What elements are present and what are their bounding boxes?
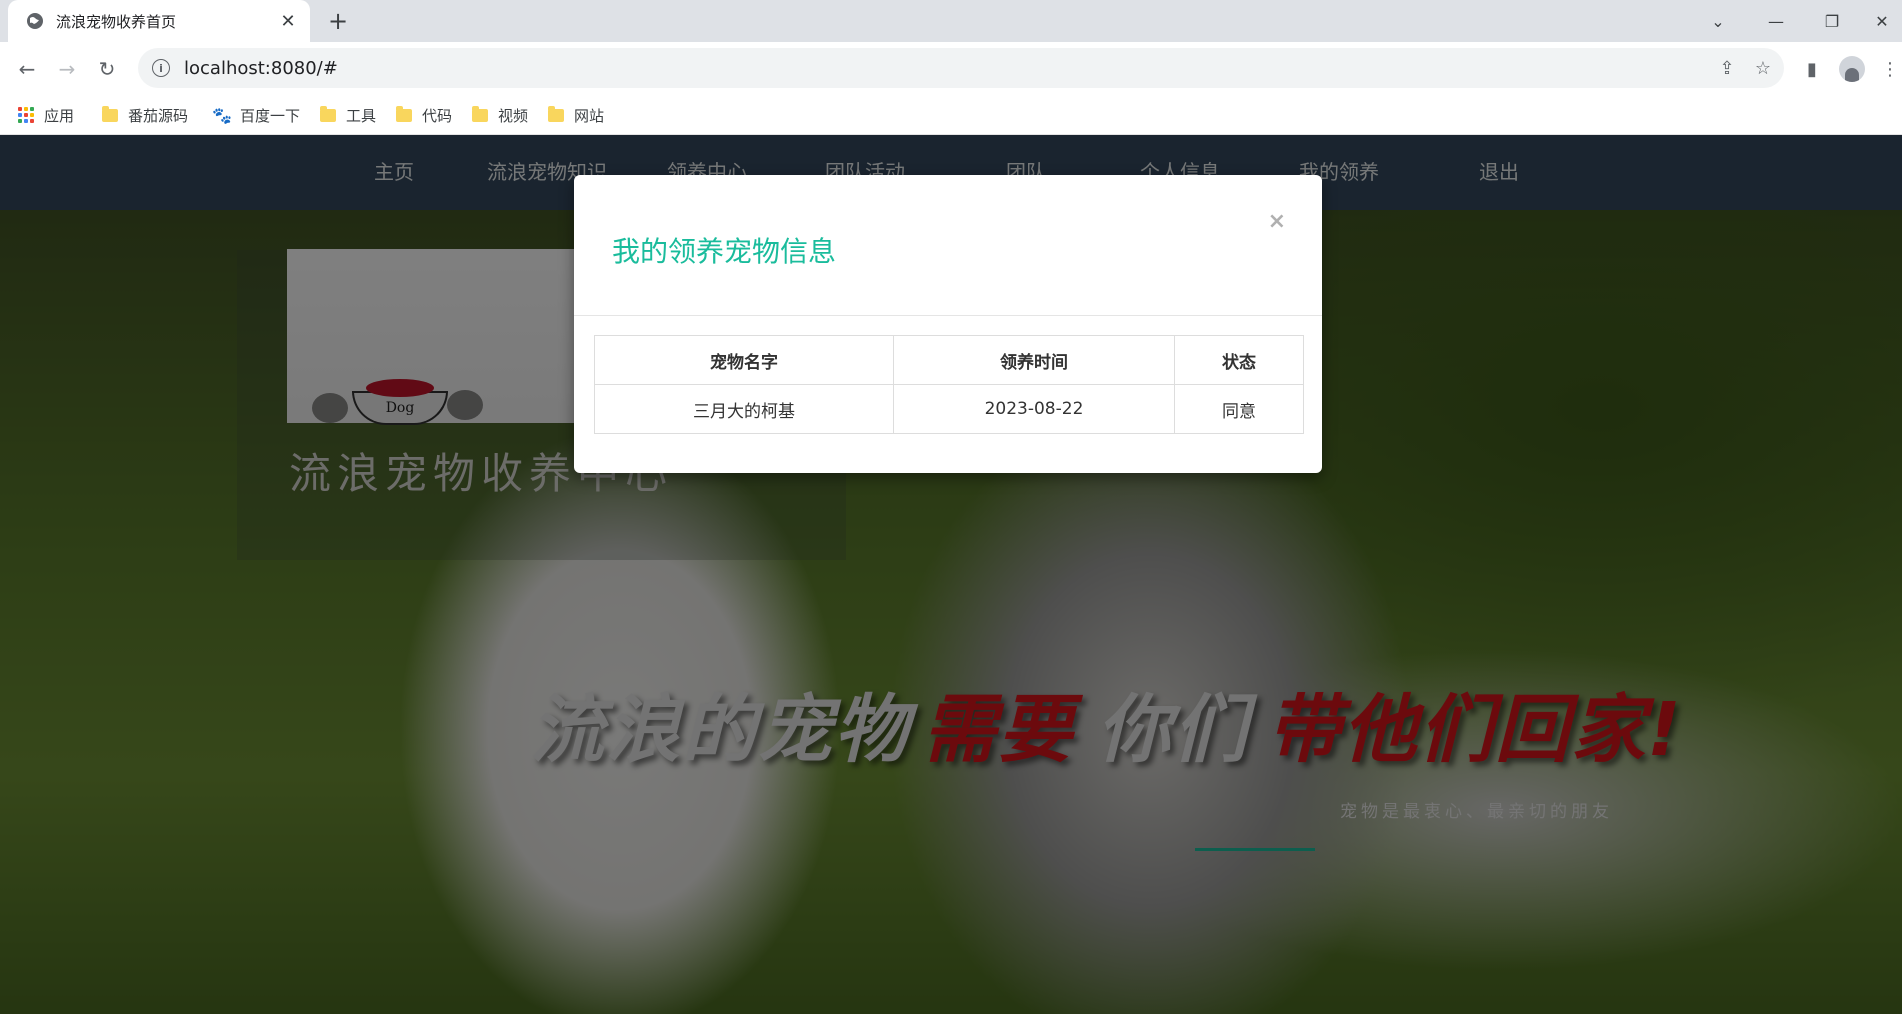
folder-icon (395, 105, 412, 122)
bookmark-folder[interactable]: 工具 (319, 100, 376, 130)
folder-icon (472, 105, 488, 122)
cell-pet-name: 三月大的柯基 (594, 384, 894, 434)
bookmark-label: 番茄源码 (128, 106, 189, 125)
bookmark-baidu[interactable]: 🐾 百度一下 (212, 100, 300, 130)
forward-arrow-icon[interactable]: → (52, 54, 82, 84)
back-arrow-icon[interactable]: ← (12, 54, 42, 84)
restore-icon[interactable]: ❐ (1812, 6, 1852, 36)
address-url[interactable]: localhost:8080/# (184, 58, 1712, 79)
profile-icon (1839, 56, 1865, 82)
folder-icon (548, 105, 565, 122)
bookmark-folder[interactable]: 视频 (472, 100, 528, 130)
profile-avatar[interactable] (1837, 54, 1867, 84)
tab-close-icon[interactable]: ✕ (274, 7, 302, 35)
modal-close-icon[interactable]: × (1268, 209, 1286, 234)
tab-title: 流浪宠物收养首页 (56, 12, 177, 31)
table-row: 三月大的柯基 2023-08-22 同意 (594, 384, 1304, 434)
bookmark-star-icon[interactable]: ☆ (1748, 53, 1778, 83)
modal-title: 我的领养宠物信息 (612, 235, 837, 268)
adoption-table: 宠物名字 领养时间 状态 三月大的柯基 2023-08-22 同意 (594, 335, 1304, 434)
baidu-paw-icon: 🐾 (212, 105, 232, 125)
address-bar[interactable]: i localhost:8080/# ⇪ ☆ (138, 48, 1784, 88)
minimize-icon[interactable]: — (1756, 6, 1796, 36)
cell-status: 同意 (1174, 384, 1304, 434)
bookmark-apps[interactable]: 应用 (18, 100, 74, 130)
bookmark-label: 网站 (574, 106, 605, 125)
bookmark-folder[interactable]: 网站 (548, 100, 604, 130)
column-header-status: 状态 (1174, 335, 1304, 385)
share-icon[interactable]: ⇪ (1712, 53, 1742, 83)
bookmark-label: 百度一下 (239, 106, 300, 125)
window-close-icon[interactable]: ✕ (1862, 6, 1902, 36)
reload-icon[interactable]: ↻ (92, 54, 122, 84)
side-panel-icon[interactable]: ▮ (1797, 54, 1827, 84)
site-info-icon[interactable]: i (152, 59, 170, 77)
browser-toolbar: ← → ↻ i localhost:8080/# ⇪ ☆ ▮ ⋮ (0, 42, 1902, 96)
bookmark-label: 代码 (421, 106, 452, 125)
page-viewport: 主页 流浪宠物知识 领养中心 团队活动 团队 个人信息 我的领养 退出 Dog … (0, 135, 1902, 1014)
folder-icon (102, 105, 119, 122)
browser-tab[interactable]: 流浪宠物收养首页 ✕ (8, 0, 310, 42)
cell-adoption-date: 2023-08-22 (893, 384, 1175, 434)
folder-icon (319, 105, 336, 122)
browser-tab-strip: 流浪宠物收养首页 ✕ + ⌄ — ❐ ✕ (0, 0, 1902, 42)
table-header-row: 宠物名字 领养时间 状态 (594, 335, 1304, 385)
new-tab-plus-icon[interactable]: + (324, 7, 352, 35)
column-header-adoption-date: 领养时间 (893, 335, 1175, 385)
modal-header: 我的领养宠物信息 × (574, 175, 1322, 316)
browser-menu-icon[interactable]: ⋮ (1875, 54, 1902, 84)
bookmark-folder[interactable]: 代码 (395, 100, 452, 130)
adoption-info-modal: 我的领养宠物信息 × 宠物名字 领养时间 状态 三月大的柯基 2023-08-2… (574, 175, 1322, 473)
apps-icon (18, 107, 34, 123)
bookmarks-bar: 应用 番茄源码 🐾 百度一下 工具 代码 视频 网站 (0, 96, 1902, 135)
column-header-pet-name: 宠物名字 (594, 335, 894, 385)
bookmark-label: 工具 (345, 106, 376, 125)
tab-search-chevron-icon[interactable]: ⌄ (1698, 6, 1738, 36)
bookmark-label: 应用 (44, 106, 75, 125)
bookmark-label: 视频 (498, 106, 529, 125)
globe-icon (27, 13, 43, 29)
bookmark-folder[interactable]: 番茄源码 (102, 100, 188, 130)
